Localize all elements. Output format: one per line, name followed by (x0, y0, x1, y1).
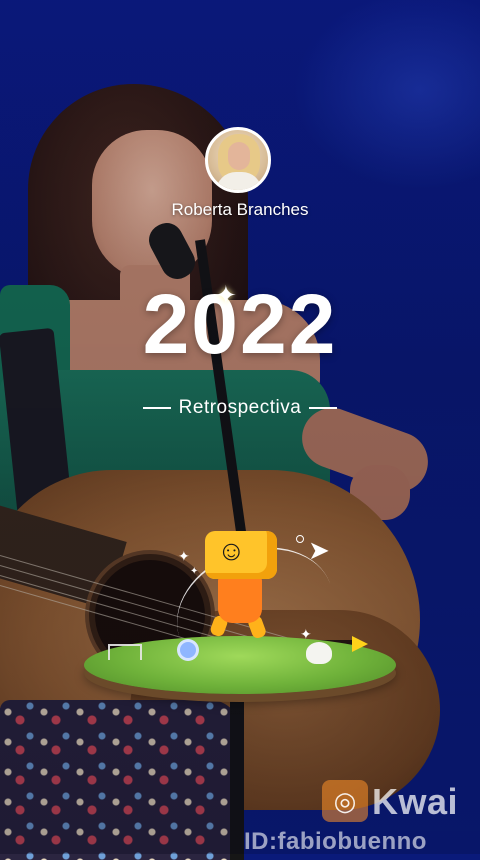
smiley-face-icon: ☺ (217, 535, 246, 566)
sparkle-icon: ✦ (300, 626, 312, 642)
recap-year: 2022 (142, 277, 338, 371)
avatar[interactable] (205, 127, 271, 193)
username[interactable]: Roberta Branches (0, 200, 480, 220)
ring-sparkle-icon (296, 535, 304, 543)
avatar-face (228, 142, 250, 170)
fence-decoration (108, 644, 142, 660)
pennant-decoration (352, 636, 368, 652)
sparkle-icon: ✦ (190, 566, 199, 577)
mascot-body (218, 575, 262, 623)
paper-plane-icon: ➤ (308, 535, 330, 565)
divider-line-left (142, 407, 171, 409)
recap-subtitle-row: Retrospectiva (0, 397, 480, 419)
mascot-head: ☺ (205, 531, 277, 579)
recap-subtitle: Retrospectiva (178, 397, 302, 418)
kwai-logo-icon: ◎ (322, 780, 368, 822)
divider-line-right (309, 407, 338, 409)
sparkle-icon: ✦ (215, 280, 237, 310)
sparkle-icon: ✦ (178, 548, 190, 564)
watermark-brand: Kwai (372, 781, 459, 822)
watermark-id: ID:fabiobuenno (244, 828, 427, 855)
